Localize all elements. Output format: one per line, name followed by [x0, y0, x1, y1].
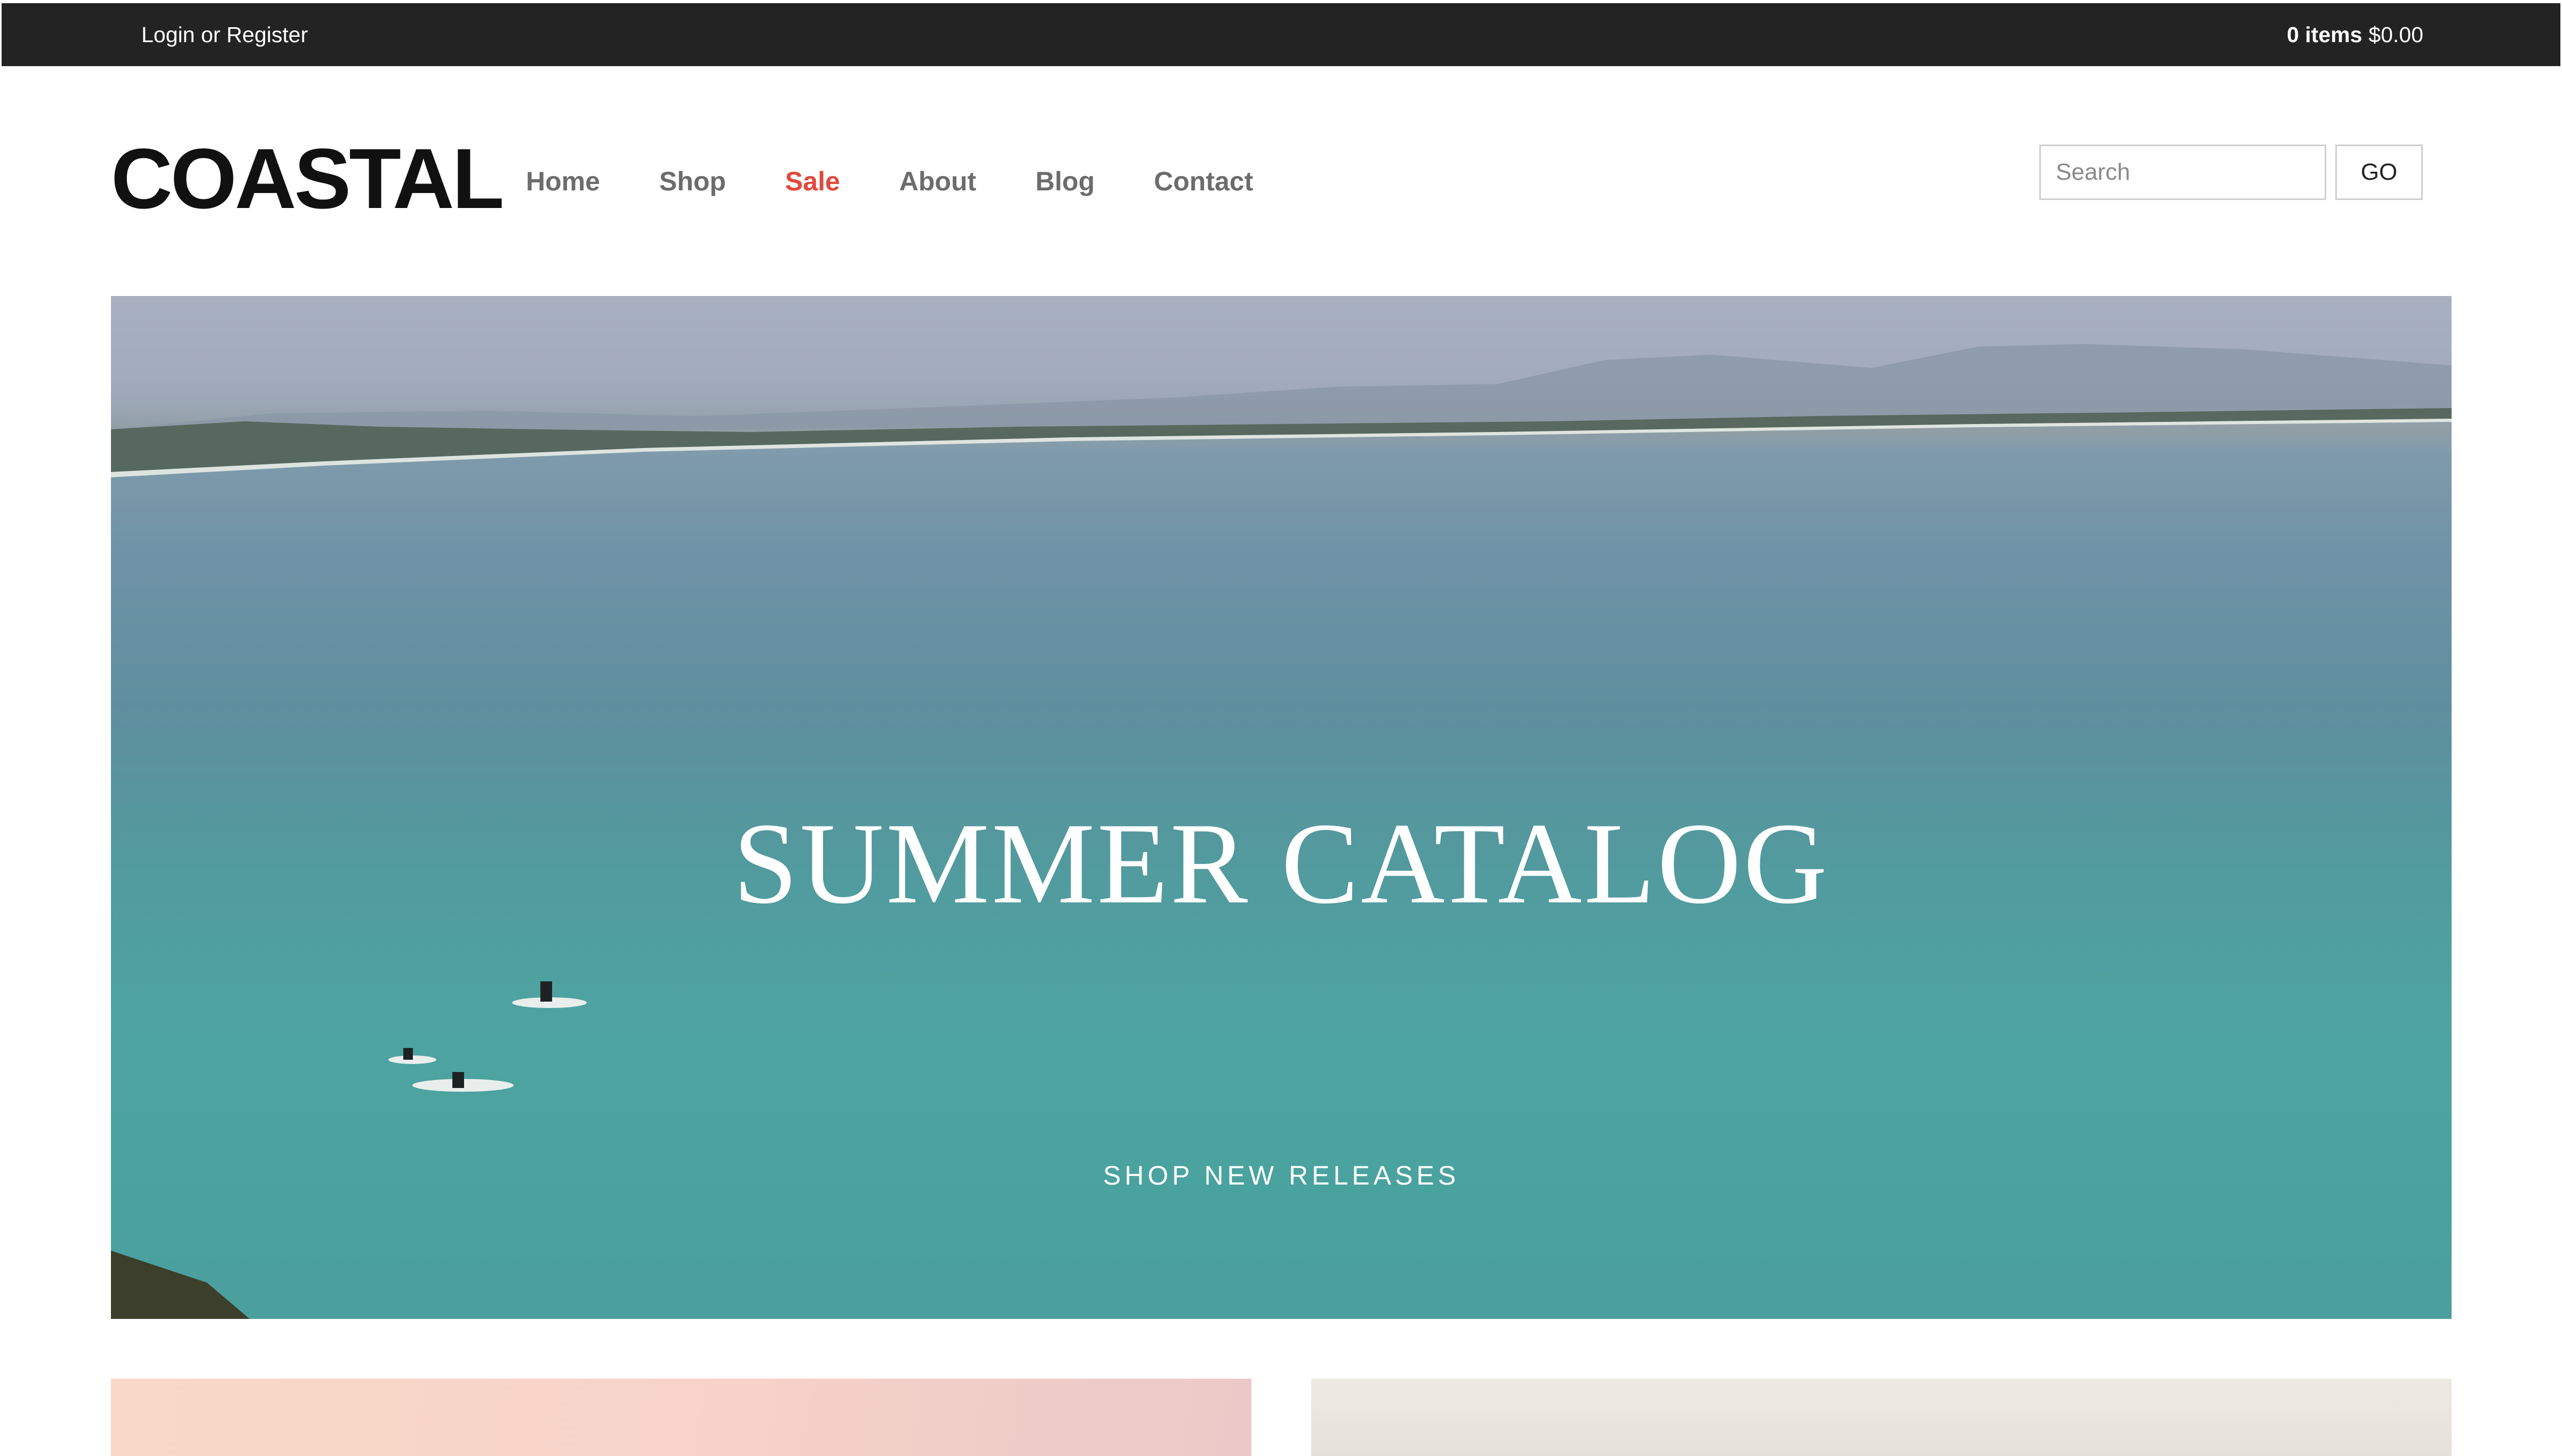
- nav-item-about[interactable]: About: [899, 166, 976, 197]
- nav-item-home[interactable]: Home: [526, 166, 600, 197]
- cart-item-count: 0 items: [2287, 22, 2363, 47]
- login-register-link[interactable]: Login or Register: [141, 3, 308, 66]
- hero-cta-link[interactable]: SHOP NEW RELEASES: [111, 1160, 2452, 1191]
- search-go-button[interactable]: GO: [2335, 145, 2423, 200]
- promo-tile-left[interactable]: [111, 1379, 1251, 1456]
- top-bar: Login or Register 0 items $0.00: [2, 3, 2560, 66]
- site-logo[interactable]: COASTAL: [111, 133, 504, 224]
- nav-item-sale[interactable]: Sale: [785, 166, 840, 197]
- hero-title: SUMMER CATALOG: [733, 799, 1830, 928]
- main-nav: Home Shop Sale About Blog Contact: [526, 160, 1312, 203]
- hero-banner[interactable]: SUMMER CATALOG SHOP NEW RELEASES: [111, 296, 2452, 1319]
- nav-item-blog[interactable]: Blog: [1035, 166, 1095, 197]
- search-input[interactable]: [2039, 145, 2326, 200]
- nav-item-shop[interactable]: Shop: [659, 166, 726, 197]
- nav-item-contact[interactable]: Contact: [1154, 166, 1253, 197]
- search-form: GO: [2039, 145, 2423, 200]
- promo-tile-right[interactable]: [1311, 1379, 2452, 1456]
- cart-total: $0.00: [2368, 22, 2423, 47]
- cart-summary[interactable]: 0 items $0.00: [2287, 3, 2423, 66]
